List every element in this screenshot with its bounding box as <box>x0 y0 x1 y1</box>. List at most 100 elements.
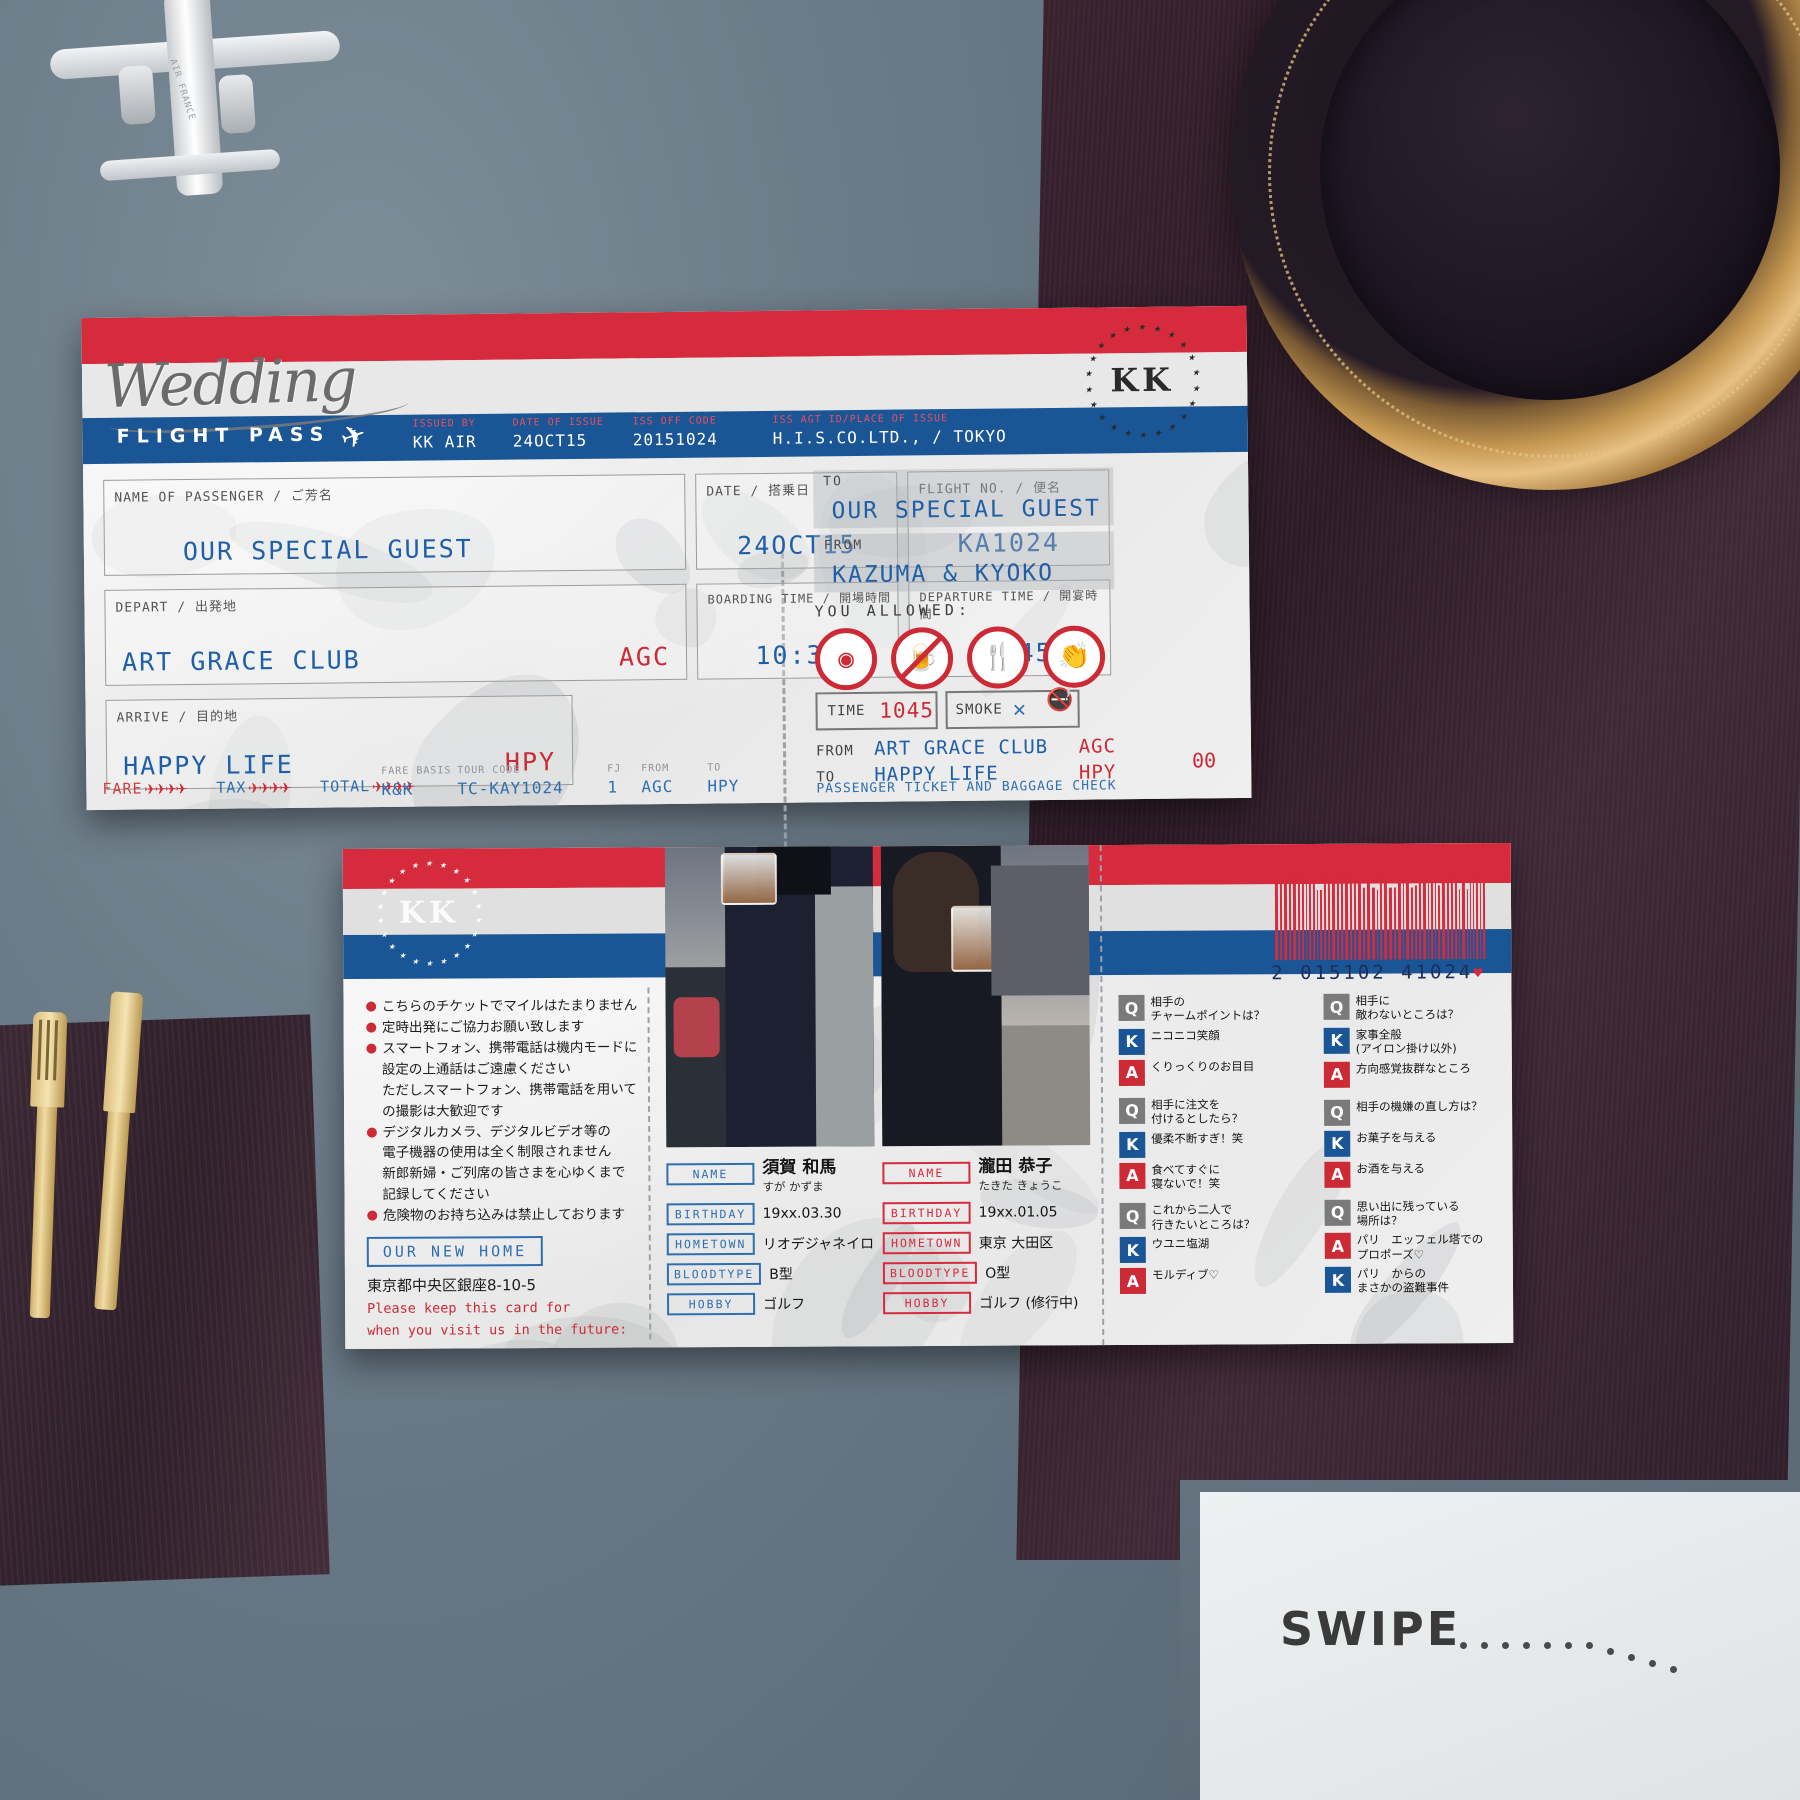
profile-tag-hobby: HOBBY <box>667 1292 756 1316</box>
profile-value: 19xx.01.05 <box>978 1204 1058 1221</box>
barcode-bar <box>1305 872 1308 961</box>
star-icon: ★ <box>1154 424 1162 439</box>
fare-basis-header: FARE BASIS <box>381 765 452 777</box>
profile-value-wrap: 須賀 和馬 すが かずま <box>754 1152 836 1194</box>
barcode-bar <box>1442 881 1446 960</box>
star-icon: ★ <box>425 856 433 870</box>
barcode-bar <box>1323 869 1327 960</box>
date-of-issue-header: DATE OF ISSUE <box>512 416 604 429</box>
star-icon: ★ <box>1088 350 1097 366</box>
swipe-dot <box>1502 1642 1509 1649</box>
star-icon: ★ <box>1168 418 1176 433</box>
qa-line-k: K 優柔不断すぎ！笑 <box>1119 1130 1314 1158</box>
iss-off-code-header: ISS OFF CODE <box>632 415 717 428</box>
fj-value: 1 <box>607 777 619 797</box>
groom-photo <box>664 846 875 1148</box>
qa-text: 方向感覚抜群なところ <box>1355 1060 1471 1076</box>
barcode-bar <box>1393 887 1397 960</box>
star-icon: ★ <box>1097 408 1106 424</box>
profile-row: HOBBY ゴルフ <box>667 1292 879 1316</box>
issue-info-table: ISSUED BY DATE OF ISSUE ISS OFF CODE ISS… <box>413 412 1033 452</box>
stub-field-to[interactable]: TO OUR SPECIAL GUEST <box>813 467 1114 529</box>
barcode-bar <box>1293 876 1297 961</box>
from-value: AGC <box>641 776 674 797</box>
notice-item: ● デジタルカメラ、デジタルビデオ等の <box>366 1121 666 1143</box>
barcode-bar <box>1480 883 1482 960</box>
barcode <box>1274 855 1486 961</box>
qa-badge-a: A <box>1119 1267 1147 1294</box>
star-icon: ★ <box>380 926 388 940</box>
star-icon: ★ <box>1122 321 1131 336</box>
applause-icon: 👏 <box>1042 625 1106 689</box>
qa-text: 食べてすぐに 寝ないで！笑 <box>1151 1161 1221 1191</box>
profile-tag-hometown: HOMETOWN <box>666 1232 755 1256</box>
bullet-icon: ● <box>365 1019 378 1035</box>
barcode-bar <box>1446 875 1450 960</box>
profile-value: 19xx.03.30 <box>762 1205 842 1222</box>
qa-badge-q: Q <box>1324 1199 1351 1226</box>
stub-from-row: FROM ART GRACE CLUB AGC <box>816 735 1116 760</box>
stub-footer-text: PASSENGER TICKET AND BAGGAGE CHECK <box>816 778 1117 797</box>
star-icon: ★ <box>439 858 447 872</box>
notice-text: の撮影は大歓迎です <box>382 1102 504 1120</box>
star-icon: ★ <box>470 885 478 899</box>
ticket-body: NAME OF PASSENGER / ご芳名 OUR SPECIAL GUES… <box>83 452 1252 947</box>
our-new-home-badge[interactable]: OUR NEW HOME <box>366 1236 544 1268</box>
bullet-icon: ● <box>366 1124 378 1140</box>
swipe-dot <box>1586 1642 1593 1649</box>
star-icon: ★ <box>398 864 406 878</box>
profile-groom: NAME 須賀 和馬 すが かずま BIRTHDAY 19xx.03.30 HOMETOW… <box>666 1152 879 1323</box>
barcode-bar <box>1469 865 1472 960</box>
drink-icon: 🍺 <box>890 627 954 690</box>
qa-line-a: A パリ エッフェル塔での プロポーズ♡ <box>1324 1232 1520 1262</box>
profile-row: BIRTHDAY 19xx.01.05 <box>882 1201 1095 1225</box>
barcode-bar <box>1398 875 1402 960</box>
notice-text: ただしスマートフォン、携帯電話を用いて <box>381 1081 637 1099</box>
swipe-hint-panel[interactable]: SWIPE <box>1200 1492 1800 1800</box>
barcode-bar <box>1418 861 1422 960</box>
wedding-flight-pass-back[interactable]: ★ ★ ★ ★ ★ ★ ★ ★ ★ ★ ★ ★ ★ ★ ★ ★ ★ ★ ★ ★ ★ ★ KK 2 015102 41024… <box>342 842 1514 1350</box>
qa-line-a: A 方向感覚抜群なところ <box>1323 1060 1519 1088</box>
stub-from-label: FROM <box>823 537 864 554</box>
qa-line-q: Q 相手に 敵わないところは？ <box>1323 993 1518 1023</box>
bullet-icon: ● <box>365 1040 378 1056</box>
qa-badge-a: A <box>1323 1061 1350 1088</box>
kk-stamp: ★ ★ ★ ★ ★ ★ ★ ★ ★ ★ ★ ★ ★ ★ ★ ★ ★ ★ ★ ★ ★ ★ KK <box>1083 319 1202 442</box>
wedding-flight-pass-front[interactable]: Wedding FLIGHT PASS ✈ ISSUED BY DATE OF … <box>81 305 1252 947</box>
qa-line-q: Q 相手に注文を 付けるとしたら？ <box>1119 1097 1314 1127</box>
from-header: FROM <box>641 762 670 775</box>
to-value: HPY <box>707 776 740 796</box>
notice-text: こちらのチケットでマイルはたまりません <box>381 997 638 1015</box>
swipe-dot <box>1649 1660 1656 1667</box>
barcode-bar <box>1336 869 1340 960</box>
profile-value-wrap: 東京 大田区 <box>971 1232 1054 1252</box>
bullet-icon: ● <box>365 998 377 1014</box>
you-allowed-label: YOU ALLOWED: <box>814 600 972 621</box>
barcode-bar <box>1384 869 1388 960</box>
qa-line-k: K ニコニコ笑顔 <box>1118 1028 1314 1055</box>
qa-badge-q: Q <box>1323 993 1350 1020</box>
field-name-of-passenger[interactable]: NAME OF PASSENGER / ご芳名 OUR SPECIAL GUES… <box>103 473 687 576</box>
profile-value-wrap: 19xx.01.05 <box>971 1204 1058 1220</box>
total-label: TOTAL <box>320 777 371 796</box>
profile-tag-bloodtype: BLOODTYPE <box>666 1262 762 1286</box>
notice-item: 電子機器の使用は全く制限されません <box>366 1142 666 1164</box>
field-depart[interactable]: DEPART / 出発地 ART GRACE CLUB AGC <box>104 583 688 686</box>
profile-row: NAME 瀧田 恭子 たきた きょうこ <box>882 1151 1094 1194</box>
flight-pass-subtitle: FLIGHT PASS <box>116 423 331 448</box>
boarding-stub[interactable]: TO OUR SPECIAL GUEST FROM KAZUMA & KYOKO… <box>795 452 1239 803</box>
barcode-bar <box>1430 881 1434 960</box>
qa-text: ウユニ塩湖 <box>1151 1236 1210 1251</box>
tax-label: TAX <box>216 778 247 797</box>
swipe-dot <box>1607 1648 1614 1655</box>
qa-column-right: Q 相手に 敵わないところは？ K 家事全般 (アイロン掛け以外) A 方向感覚抜群なところ Q… <box>1323 993 1520 1308</box>
stub-field-from[interactable]: FROM KAZUMA & KYOKO <box>813 531 1115 593</box>
barcode-bar <box>1284 870 1288 961</box>
star-icon: ★ <box>399 948 406 962</box>
fare-basis-value: K&K <box>381 779 414 799</box>
swipe-dots-icon <box>1460 1642 1700 1682</box>
barcode-bar <box>1362 887 1366 960</box>
depart-code: AGC <box>618 641 671 672</box>
barcode-bar <box>1301 862 1305 961</box>
stub-from-value: KAZUMA & KYOKO <box>832 559 1055 589</box>
